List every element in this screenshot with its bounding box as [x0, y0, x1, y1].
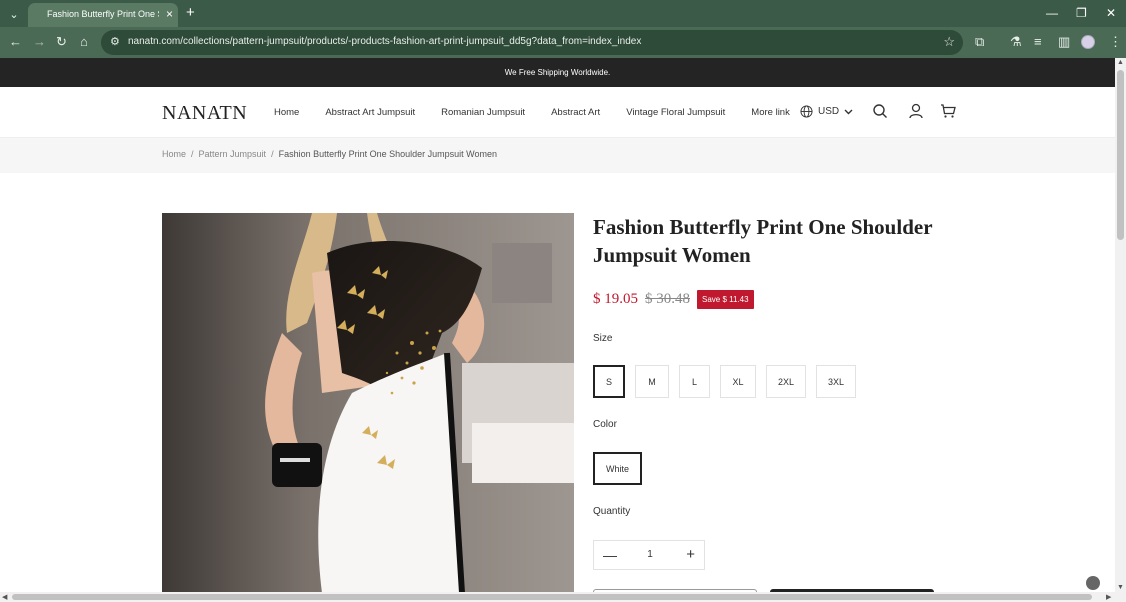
tab-title: Fashion Butterfly Print One Sho — [47, 9, 159, 19]
site-info-icon[interactable]: ⚙ — [110, 35, 120, 48]
size-label: Size — [593, 333, 613, 344]
back-icon[interactable]: ← — [9, 34, 22, 50]
announcement-text: We Free Shipping Worldwide. — [504, 68, 611, 77]
browser-menu-icon[interactable]: ⋮ — [1109, 34, 1122, 50]
reload-icon[interactable]: ↻ — [56, 34, 67, 50]
chevron-down-icon — [844, 109, 853, 114]
size-option-2xl[interactable]: 2XL — [766, 365, 806, 398]
horizontal-scrollbar[interactable]: ◀ ▶ — [0, 592, 1126, 602]
extensions-icon[interactable]: ⧉ — [975, 34, 984, 50]
url-text[interactable]: nanatn.com/collections/pattern-jumpsuit/… — [128, 36, 641, 47]
menu-item-home[interactable]: Home — [274, 107, 299, 118]
color-option-white[interactable]: White — [593, 452, 642, 485]
tab-search-chevron-icon[interactable]: ⌄ — [5, 5, 23, 23]
color-label: Color — [593, 419, 617, 430]
floating-support-icon[interactable] — [1086, 576, 1100, 590]
plus-icon[interactable]: + — [686, 546, 695, 563]
menu-item-romanian-jumpsuit[interactable]: Romanian Jumpsuit — [441, 107, 525, 118]
minus-icon[interactable]: — — [603, 547, 617, 563]
size-options: S M L XL 2XL 3XL — [593, 365, 856, 398]
profile-avatar[interactable] — [1081, 35, 1095, 49]
home-icon[interactable]: ⌂ — [80, 34, 88, 50]
scroll-down-icon[interactable]: ▼ — [1117, 584, 1124, 591]
breadcrumb: Home / Pattern Jumpsuit / Fashion Butter… — [162, 149, 497, 159]
size-option-l[interactable]: L — [679, 365, 710, 398]
browser-tab-strip: ⌄ Fashion Butterfly Print One Sho × + — … — [0, 0, 1126, 27]
currency-selector[interactable]: USD — [800, 105, 853, 118]
globe-icon — [800, 105, 813, 118]
price-row: $ 19.05 $ 30.48 Save $ 11.43 — [593, 290, 754, 309]
breadcrumb-collection[interactable]: Pattern Jumpsuit — [199, 149, 267, 159]
scroll-left-icon[interactable]: ◀ — [2, 593, 7, 601]
new-tab-icon[interactable]: + — [186, 4, 195, 22]
cart-icon[interactable] — [940, 103, 956, 119]
window-close-icon[interactable]: ✕ — [1106, 5, 1116, 21]
menu-item-abstract-art-jumpsuit[interactable]: Abstract Art Jumpsuit — [325, 107, 415, 118]
announcement-bar: We Free Shipping Worldwide. — [0, 58, 1115, 87]
bookmark-star-icon[interactable]: ☆ — [943, 34, 955, 50]
browser-tab[interactable]: Fashion Butterfly Print One Sho × — [28, 3, 178, 27]
site-logo[interactable]: NANATN — [162, 102, 247, 125]
breadcrumb-current: Fashion Butterfly Print One Shoulder Jum… — [278, 149, 498, 159]
vertical-scrollbar[interactable]: ▲ ▼ — [1115, 58, 1126, 592]
compare-price: $ 30.48 — [645, 291, 690, 307]
side-panel-icon[interactable]: ▥ — [1058, 34, 1070, 50]
breadcrumb-separator: / — [271, 149, 274, 159]
save-badge: Save $ 11.43 — [697, 290, 754, 309]
breadcrumb-bar: Home / Pattern Jumpsuit / Fashion Butter… — [0, 138, 1115, 173]
restore-icon[interactable]: ❐ — [1076, 5, 1087, 21]
search-icon[interactable] — [872, 103, 888, 119]
media-control-icon[interactable]: ≡ — [1034, 34, 1042, 50]
menu-item-more-link[interactable]: More link — [751, 107, 790, 118]
forward-icon[interactable]: → — [33, 34, 46, 50]
quantity-label: Quantity — [593, 506, 631, 517]
scroll-right-icon[interactable]: ▶ — [1106, 593, 1111, 601]
size-option-xl[interactable]: XL — [720, 365, 756, 398]
scroll-up-icon[interactable]: ▲ — [1117, 59, 1124, 66]
menu-item-vintage-floral-jumpsuit[interactable]: Vintage Floral Jumpsuit — [626, 107, 725, 118]
web-page: We Free Shipping Worldwide. NANATN Home … — [0, 58, 1115, 592]
site-header: NANATN Home Abstract Art Jumpsuit Romani… — [0, 87, 1115, 138]
account-icon[interactable] — [908, 103, 924, 119]
vertical-scroll-thumb[interactable] — [1117, 70, 1124, 240]
sale-price: $ 19.05 — [593, 291, 638, 307]
currency-code: USD — [818, 106, 840, 117]
menu-item-abstract-art[interactable]: Abstract Art — [551, 107, 600, 118]
size-option-s[interactable]: S — [593, 365, 625, 398]
browser-toolbar: ← → ↻ ⌂ ⚙ nanatn.com/collections/pattern… — [0, 27, 1126, 58]
size-option-m[interactable]: M — [635, 365, 669, 398]
tab-close-icon[interactable]: × — [166, 7, 173, 21]
address-bar[interactable]: ⚙ nanatn.com/collections/pattern-jumpsui… — [101, 30, 963, 55]
breadcrumb-home[interactable]: Home — [162, 149, 186, 159]
main-menu: Home Abstract Art Jumpsuit Romanian Jump… — [274, 107, 790, 118]
labs-icon[interactable]: ⚗ — [1010, 34, 1022, 50]
horizontal-scroll-thumb[interactable] — [12, 594, 1092, 600]
product-photo-illustration — [162, 213, 574, 592]
product-image[interactable] — [162, 213, 574, 592]
quantity-stepper: 1 — + — [593, 540, 705, 570]
size-option-3xl[interactable]: 3XL — [816, 365, 856, 398]
minimize-icon[interactable]: — — [1046, 5, 1058, 21]
breadcrumb-separator: / — [191, 149, 194, 159]
product-title: Fashion Butterfly Print One Shoulder Jum… — [593, 215, 933, 267]
